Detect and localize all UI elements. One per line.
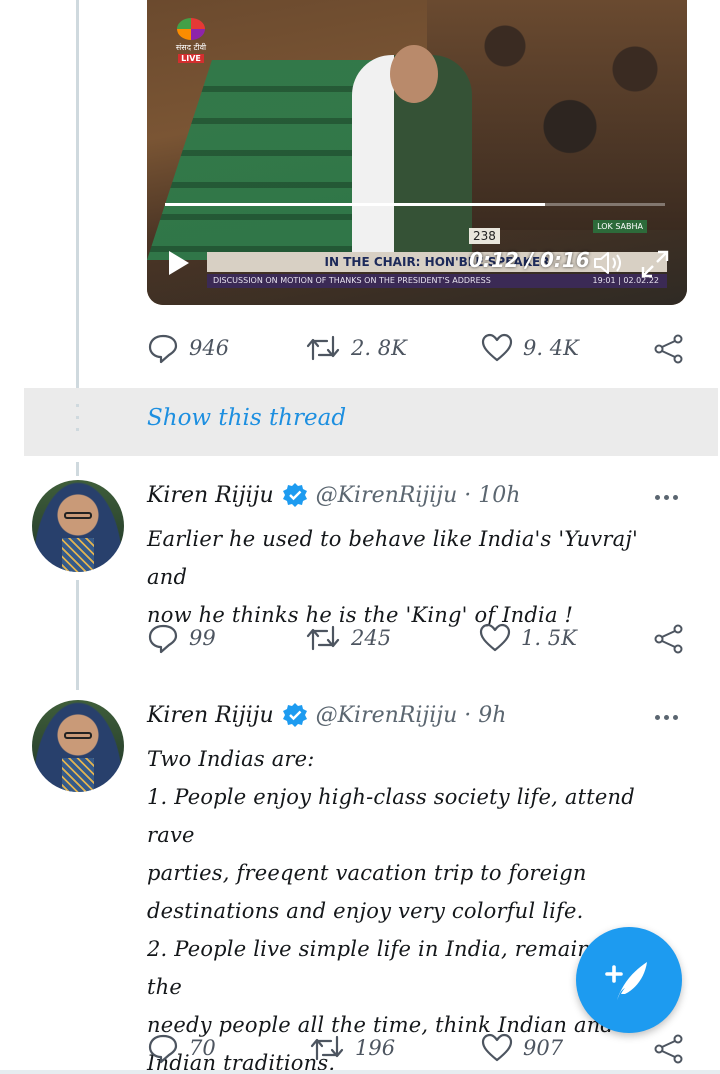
retweet-count: 2. 8K xyxy=(351,336,407,360)
channel-tag: LOK SABHA xyxy=(593,220,647,233)
show-thread-row[interactable] xyxy=(24,388,718,456)
tweet-line: Earlier he used to behave like India's '… xyxy=(147,527,639,589)
show-thread-link[interactable]: Show this thread xyxy=(147,405,346,431)
video-speaker xyxy=(352,45,472,255)
heart-icon xyxy=(479,623,511,652)
avatar-scarf xyxy=(62,538,94,572)
like-button[interactable]: 907 xyxy=(481,1030,563,1066)
reply-icon xyxy=(148,1034,178,1064)
seat-counter: 238 xyxy=(469,228,500,244)
retweet-icon xyxy=(310,1035,344,1061)
video-progress-bar[interactable] xyxy=(165,203,665,206)
thread-line-lower xyxy=(76,580,79,690)
author-handle[interactable]: @KirenRijiju · 10h xyxy=(316,483,521,508)
tweet-text: Earlier he used to behave like India's '… xyxy=(147,520,682,634)
reply-icon xyxy=(148,334,178,364)
author-name[interactable]: Kiren Rijiju xyxy=(147,483,274,508)
compose-tweet-button[interactable] xyxy=(576,927,682,1033)
volume-icon[interactable] xyxy=(593,250,623,276)
video-time: 0:12 / 0:16 xyxy=(469,248,590,272)
sub-chyron-text: DISCUSSION ON MOTION OF THANKS ON THE PR… xyxy=(213,276,491,285)
retweet-count: 196 xyxy=(355,1036,396,1060)
heart-icon xyxy=(481,333,513,362)
fullscreen-icon[interactable] xyxy=(639,248,671,280)
retweet-button[interactable]: 2. 8K xyxy=(305,330,407,366)
share-icon[interactable] xyxy=(653,334,685,364)
video-player[interactable]: संसद टीवी LIVE LOK SABHA IN THE CHAIR: H… xyxy=(147,0,687,305)
live-badge: LIVE xyxy=(178,54,204,63)
reply-count: 946 xyxy=(189,336,230,360)
tweet-line: parties, freeqent vacation trip to forei… xyxy=(147,861,587,885)
like-button[interactable]: 9. 4K xyxy=(481,330,579,366)
bottom-divider xyxy=(0,1070,720,1074)
play-icon[interactable] xyxy=(169,251,189,275)
like-count: 9. 4K xyxy=(523,336,579,360)
share-icon[interactable] xyxy=(653,624,685,654)
author-handle[interactable]: @KirenRijiju · 9h xyxy=(316,703,507,728)
avatar[interactable] xyxy=(32,700,124,792)
sansad-tv-logo-icon xyxy=(177,18,205,40)
reply-icon xyxy=(148,624,178,654)
tweet-line: destinations and enjoy very colorful lif… xyxy=(147,899,584,923)
avatar-scarf xyxy=(62,758,94,792)
like-button[interactable]: 1. 5K xyxy=(479,620,577,656)
share-icon[interactable] xyxy=(653,1034,685,1064)
video-sub-chyron: DISCUSSION ON MOTION OF THANKS ON THE PR… xyxy=(207,274,667,288)
retweet-icon xyxy=(306,335,340,361)
channel-logo: संसद टीवी LIVE xyxy=(169,18,213,64)
verified-badge-icon xyxy=(282,483,307,507)
tweet-line: Two Indias are: xyxy=(147,747,315,771)
more-options-icon[interactable] xyxy=(655,495,678,500)
heart-icon xyxy=(481,1033,513,1062)
retweet-count: 245 xyxy=(351,626,392,650)
verified-badge-icon xyxy=(282,703,307,727)
tweet-actions: 99 245 1. 5K xyxy=(147,620,692,656)
thread-dots xyxy=(76,404,79,440)
reply-button[interactable]: 99 xyxy=(147,620,216,656)
avatar-glasses xyxy=(64,732,92,739)
like-count: 1. 5K xyxy=(521,626,577,650)
reply-button[interactable]: 70 xyxy=(147,1030,216,1066)
reply-button[interactable]: 946 xyxy=(147,330,229,366)
retweet-button[interactable]: 196 xyxy=(309,1030,395,1066)
compose-feather-icon xyxy=(605,962,647,1000)
tweet-actions: 946 2. 8K 9. 4K xyxy=(147,330,692,366)
avatar[interactable] xyxy=(32,480,124,572)
thread-line-middle xyxy=(76,462,79,476)
reply-count: 99 xyxy=(189,626,216,650)
tweet-header: Kiren Rijiju @KirenRijiju · 10h xyxy=(147,482,520,508)
video-progress-fill xyxy=(165,203,545,206)
retweet-button[interactable]: 245 xyxy=(305,620,391,656)
like-count: 907 xyxy=(523,1036,564,1060)
thread-line-top xyxy=(76,0,79,388)
reply-count: 70 xyxy=(189,1036,216,1060)
tweet-line: 1. People enjoy high-class society life,… xyxy=(147,785,635,847)
author-name[interactable]: Kiren Rijiju xyxy=(147,703,274,728)
tweet-header: Kiren Rijiju @KirenRijiju · 9h xyxy=(147,702,506,728)
tweet-actions: 70 196 907 xyxy=(147,1030,692,1066)
retweet-icon xyxy=(306,625,340,651)
more-options-icon[interactable] xyxy=(655,715,678,720)
avatar-glasses xyxy=(64,512,92,519)
channel-logo-text: संसद टीवी xyxy=(175,43,207,52)
